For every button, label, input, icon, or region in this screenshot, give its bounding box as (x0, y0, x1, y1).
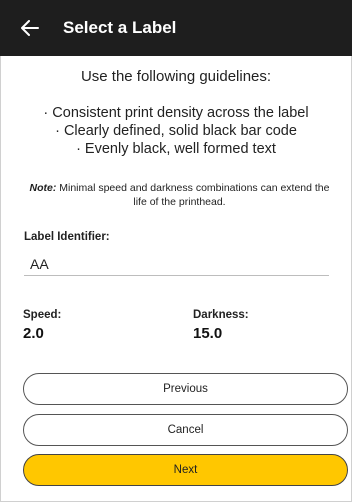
guideline-item: · Clearly defined, solid black bar code (55, 123, 297, 139)
page-title: Select a Label (63, 18, 177, 37)
arrow-left-icon[interactable] (18, 16, 42, 40)
guideline-item: · Consistent print density across the la… (43, 105, 309, 121)
darkness-value: 15.0 (193, 325, 223, 342)
guidelines-heading: Use the following guidelines: (80, 68, 272, 85)
app-bar: Select a Label (0, 0, 352, 56)
note-text: Minimal speed and darkness combinations … (56, 182, 330, 208)
previous-button[interactable]: Previous (23, 373, 348, 405)
content-panel: Use the following guidelines: · Consiste… (0, 56, 352, 502)
guideline-item: · Evenly black, well formed text (76, 141, 276, 157)
note-label: Note: (29, 182, 57, 194)
guidelines-list: · Consistent print density across the la… (1, 104, 351, 158)
darkness-caption: Darkness: (193, 309, 249, 321)
note: Note: Minimal speed and darkness combina… (27, 181, 332, 209)
label-identifier-caption: Label Identifier: (24, 231, 110, 243)
cancel-button[interactable]: Cancel (23, 414, 348, 446)
speed-value: 2.0 (23, 325, 44, 342)
label-identifier-input[interactable] (24, 252, 329, 276)
next-button[interactable]: Next (23, 454, 348, 486)
speed-caption: Speed: (23, 309, 62, 321)
